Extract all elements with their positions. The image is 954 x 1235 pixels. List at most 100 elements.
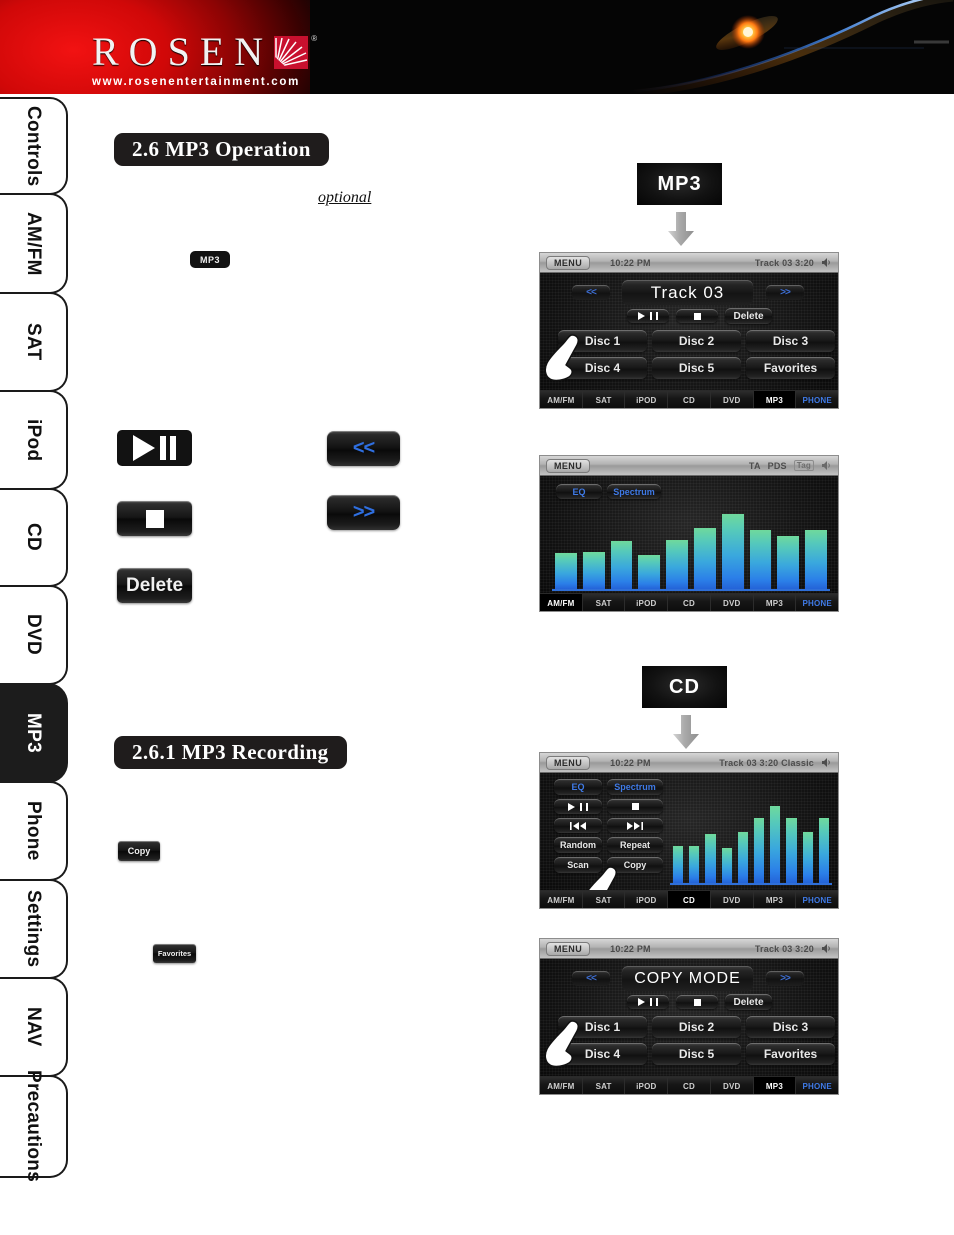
eq-label: EQ <box>571 782 585 792</box>
copy-label: Copy <box>127 846 151 856</box>
tab-phone[interactable]: PHONE <box>796 891 838 908</box>
disc-2-button[interactable]: Disc 2 <box>652 1016 741 1038</box>
tab-mp3[interactable]: MP3 <box>753 891 797 908</box>
play-pause-button[interactable] <box>554 799 602 814</box>
menu-button[interactable]: MENU <box>546 941 591 956</box>
prev-track-icon <box>570 821 586 830</box>
disc-2-button[interactable]: Disc 2 <box>652 330 741 352</box>
favorites-button[interactable]: Favorites <box>746 357 835 379</box>
spectrum-bar <box>666 539 688 589</box>
sidebar-item-mp3[interactable]: MP3 <box>0 683 68 783</box>
stop-button[interactable] <box>676 995 718 1009</box>
play-pause-icon <box>133 435 176 461</box>
tab-amfm[interactable]: AM/FM <box>540 1077 583 1094</box>
spectrum-button[interactable]: Spectrum <box>607 484 661 499</box>
spectrum-bar <box>721 514 744 589</box>
tab-mp3[interactable]: MP3 <box>753 594 797 611</box>
tab-cd[interactable]: CD <box>668 891 711 908</box>
disc-5-button[interactable]: Disc 5 <box>652 1043 741 1065</box>
copy-mode-title: COPY MODE <box>622 966 753 991</box>
tab-dvd[interactable]: DVD <box>710 391 754 408</box>
source-tabstrip: AM/FM SAT iPOD CD DVD MP3 PHONE <box>540 1076 838 1094</box>
spectrum-label: Spectrum <box>614 782 656 792</box>
disc-3-label: Disc 3 <box>772 1020 809 1034</box>
tab-amfm[interactable]: AM/FM <box>540 391 583 408</box>
delete-label: Delete <box>733 310 764 322</box>
menu-button[interactable]: MENU <box>546 755 591 770</box>
disc-5-button[interactable]: Disc 5 <box>652 357 741 379</box>
next-label: >> <box>780 287 791 298</box>
tab-phone[interactable]: PHONE <box>796 1077 838 1094</box>
source-tag-cd[interactable]: CD <box>642 666 727 708</box>
prev-button[interactable]: << <box>572 285 610 300</box>
favorites-label: Favorites <box>763 361 818 375</box>
tab-mp3[interactable]: MP3 <box>753 1077 797 1094</box>
stop-button[interactable] <box>117 501 192 536</box>
section-heading-mp3-operation: 2.6 MP3 Operation <box>114 133 329 166</box>
tab-phone[interactable]: PHONE <box>796 594 838 611</box>
menu-button[interactable]: MENU <box>546 458 591 473</box>
tab-ipod[interactable]: iPOD <box>625 594 669 611</box>
menu-button[interactable]: MENU <box>546 255 591 270</box>
spectrum-bar <box>693 527 716 589</box>
play-pause-button[interactable] <box>117 430 192 466</box>
disc-3-button[interactable]: Disc 3 <box>746 330 835 352</box>
source-tag-mp3[interactable]: MP3 <box>637 163 722 205</box>
repeat-button[interactable]: Repeat <box>607 837 663 853</box>
tab-ipod[interactable]: iPOD <box>625 1077 669 1094</box>
random-button[interactable]: Random <box>554 837 602 853</box>
next-button[interactable]: >> <box>766 285 804 300</box>
spectrum-analyzer-chart <box>552 504 830 589</box>
disc-1-label: Disc 1 <box>584 334 621 348</box>
stop-button[interactable] <box>676 309 718 323</box>
delete-button[interactable]: Delete <box>725 994 772 1010</box>
down-arrow-icon-mp3 <box>668 212 694 251</box>
tab-phone[interactable]: PHONE <box>796 391 838 408</box>
favorites-button[interactable]: Favorites <box>746 1043 835 1065</box>
tab-sat[interactable]: SAT <box>582 891 626 908</box>
spectrum-bar <box>673 846 684 883</box>
screen-mp3-track: MENU 10:22 PM Track 03 3:20 << Track 03 … <box>539 252 839 409</box>
mp3-source-button-inline[interactable]: MP3 <box>190 251 230 268</box>
tab-mp3[interactable]: MP3 <box>753 391 797 408</box>
spectrum-bar <box>610 541 633 589</box>
down-arrow-icon-cd <box>673 715 699 754</box>
play-pause-button[interactable] <box>627 995 669 1009</box>
tab-dvd[interactable]: DVD <box>710 891 754 908</box>
spectrum-button[interactable]: Spectrum <box>607 779 663 795</box>
section-heading-mp3-recording: 2.6.1 MP3 Recording <box>114 736 347 769</box>
tab-amfm[interactable]: AM/FM <box>540 891 583 908</box>
tab-sat[interactable]: SAT <box>582 391 626 408</box>
tab-cd[interactable]: CD <box>668 1077 711 1094</box>
tab-dvd[interactable]: DVD <box>710 594 754 611</box>
tab-dvd[interactable]: DVD <box>710 1077 754 1094</box>
copy-button[interactable]: Copy <box>118 841 160 861</box>
tab-amfm[interactable]: AM/FM <box>540 594 583 611</box>
delete-button[interactable]: Delete <box>725 308 772 324</box>
statusbar: MENU 10:22 PM Track 03 3:20 Classic <box>540 753 838 773</box>
speaker-icon <box>821 757 832 768</box>
spectrum-bar <box>555 553 577 589</box>
spectrum-baseline <box>670 883 832 885</box>
stop-button[interactable] <box>607 799 663 814</box>
delete-button[interactable]: Delete <box>117 568 192 603</box>
previous-button[interactable]: << <box>327 431 400 466</box>
tab-sat[interactable]: SAT <box>582 594 626 611</box>
disc-1-label: Disc 1 <box>584 1020 621 1034</box>
play-pause-button[interactable] <box>627 309 669 323</box>
eq-button[interactable]: EQ <box>556 484 602 499</box>
tab-sat[interactable]: SAT <box>582 1077 626 1094</box>
next-track-button[interactable] <box>607 818 663 833</box>
tab-cd[interactable]: CD <box>668 594 711 611</box>
prev-button[interactable]: << <box>572 971 610 986</box>
next-button[interactable]: >> <box>327 495 400 530</box>
tab-cd[interactable]: CD <box>668 391 711 408</box>
next-button[interactable]: >> <box>766 971 804 986</box>
tab-ipod[interactable]: iPOD <box>625 891 669 908</box>
tab-ipod[interactable]: iPOD <box>625 391 669 408</box>
previous-track-button[interactable] <box>554 818 602 833</box>
favorites-button[interactable]: Favorites <box>153 944 196 963</box>
eq-button[interactable]: EQ <box>554 779 602 795</box>
disc-3-button[interactable]: Disc 3 <box>746 1016 835 1038</box>
status-right: TA PDS Tag <box>749 460 832 471</box>
